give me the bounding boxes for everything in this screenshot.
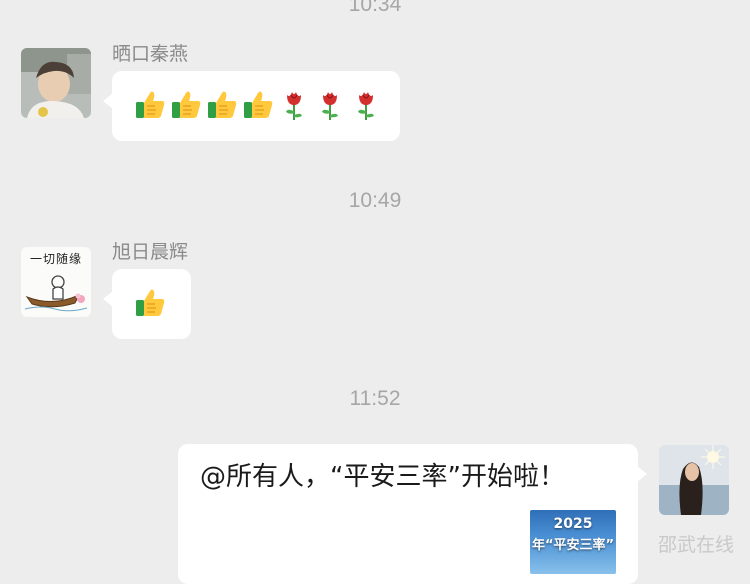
rose-icon	[286, 92, 302, 120]
timestamp: 11:52	[349, 387, 401, 410]
sender-avatar[interactable]: 一切随缘	[21, 247, 91, 317]
my-avatar[interactable]	[659, 445, 729, 515]
rose-icon	[322, 92, 338, 120]
sender-avatar[interactable]	[21, 48, 91, 118]
timestamp: 10:49	[348, 189, 402, 212]
sender-name: 旭日晨辉	[112, 241, 189, 263]
boat-sketch-avatar-icon	[24, 275, 88, 312]
watermark: 邵武在线	[658, 534, 735, 556]
message-bubble[interactable]: @所有人，“平安三率”开始啦！ 2025 年“平安三率”	[178, 444, 647, 584]
share-card-title: 年“平安三率”	[531, 538, 615, 553]
message-bubble[interactable]	[103, 71, 400, 141]
message-text: @所有人，“平安三率”开始啦！	[200, 462, 565, 492]
share-card-year: 2025	[553, 516, 593, 532]
share-card-thumbnail[interactable]: 2025 年“平安三率”	[530, 510, 616, 574]
sender-name: 晒口秦燕	[112, 43, 189, 65]
thumbs-up-icon	[172, 91, 201, 118]
thumbs-up-icon	[136, 289, 165, 316]
timestamp: 10:34	[348, 0, 402, 16]
message-bubble[interactable]	[103, 269, 191, 339]
person-photo-avatar-icon	[21, 48, 91, 118]
girl-photo-avatar-icon	[659, 445, 729, 515]
thumbs-up-icon	[136, 91, 165, 118]
rose-icon	[358, 92, 374, 120]
thumbs-up-icon	[208, 91, 237, 118]
emoji-row	[134, 89, 382, 121]
thumbs-up-icon	[244, 91, 273, 118]
